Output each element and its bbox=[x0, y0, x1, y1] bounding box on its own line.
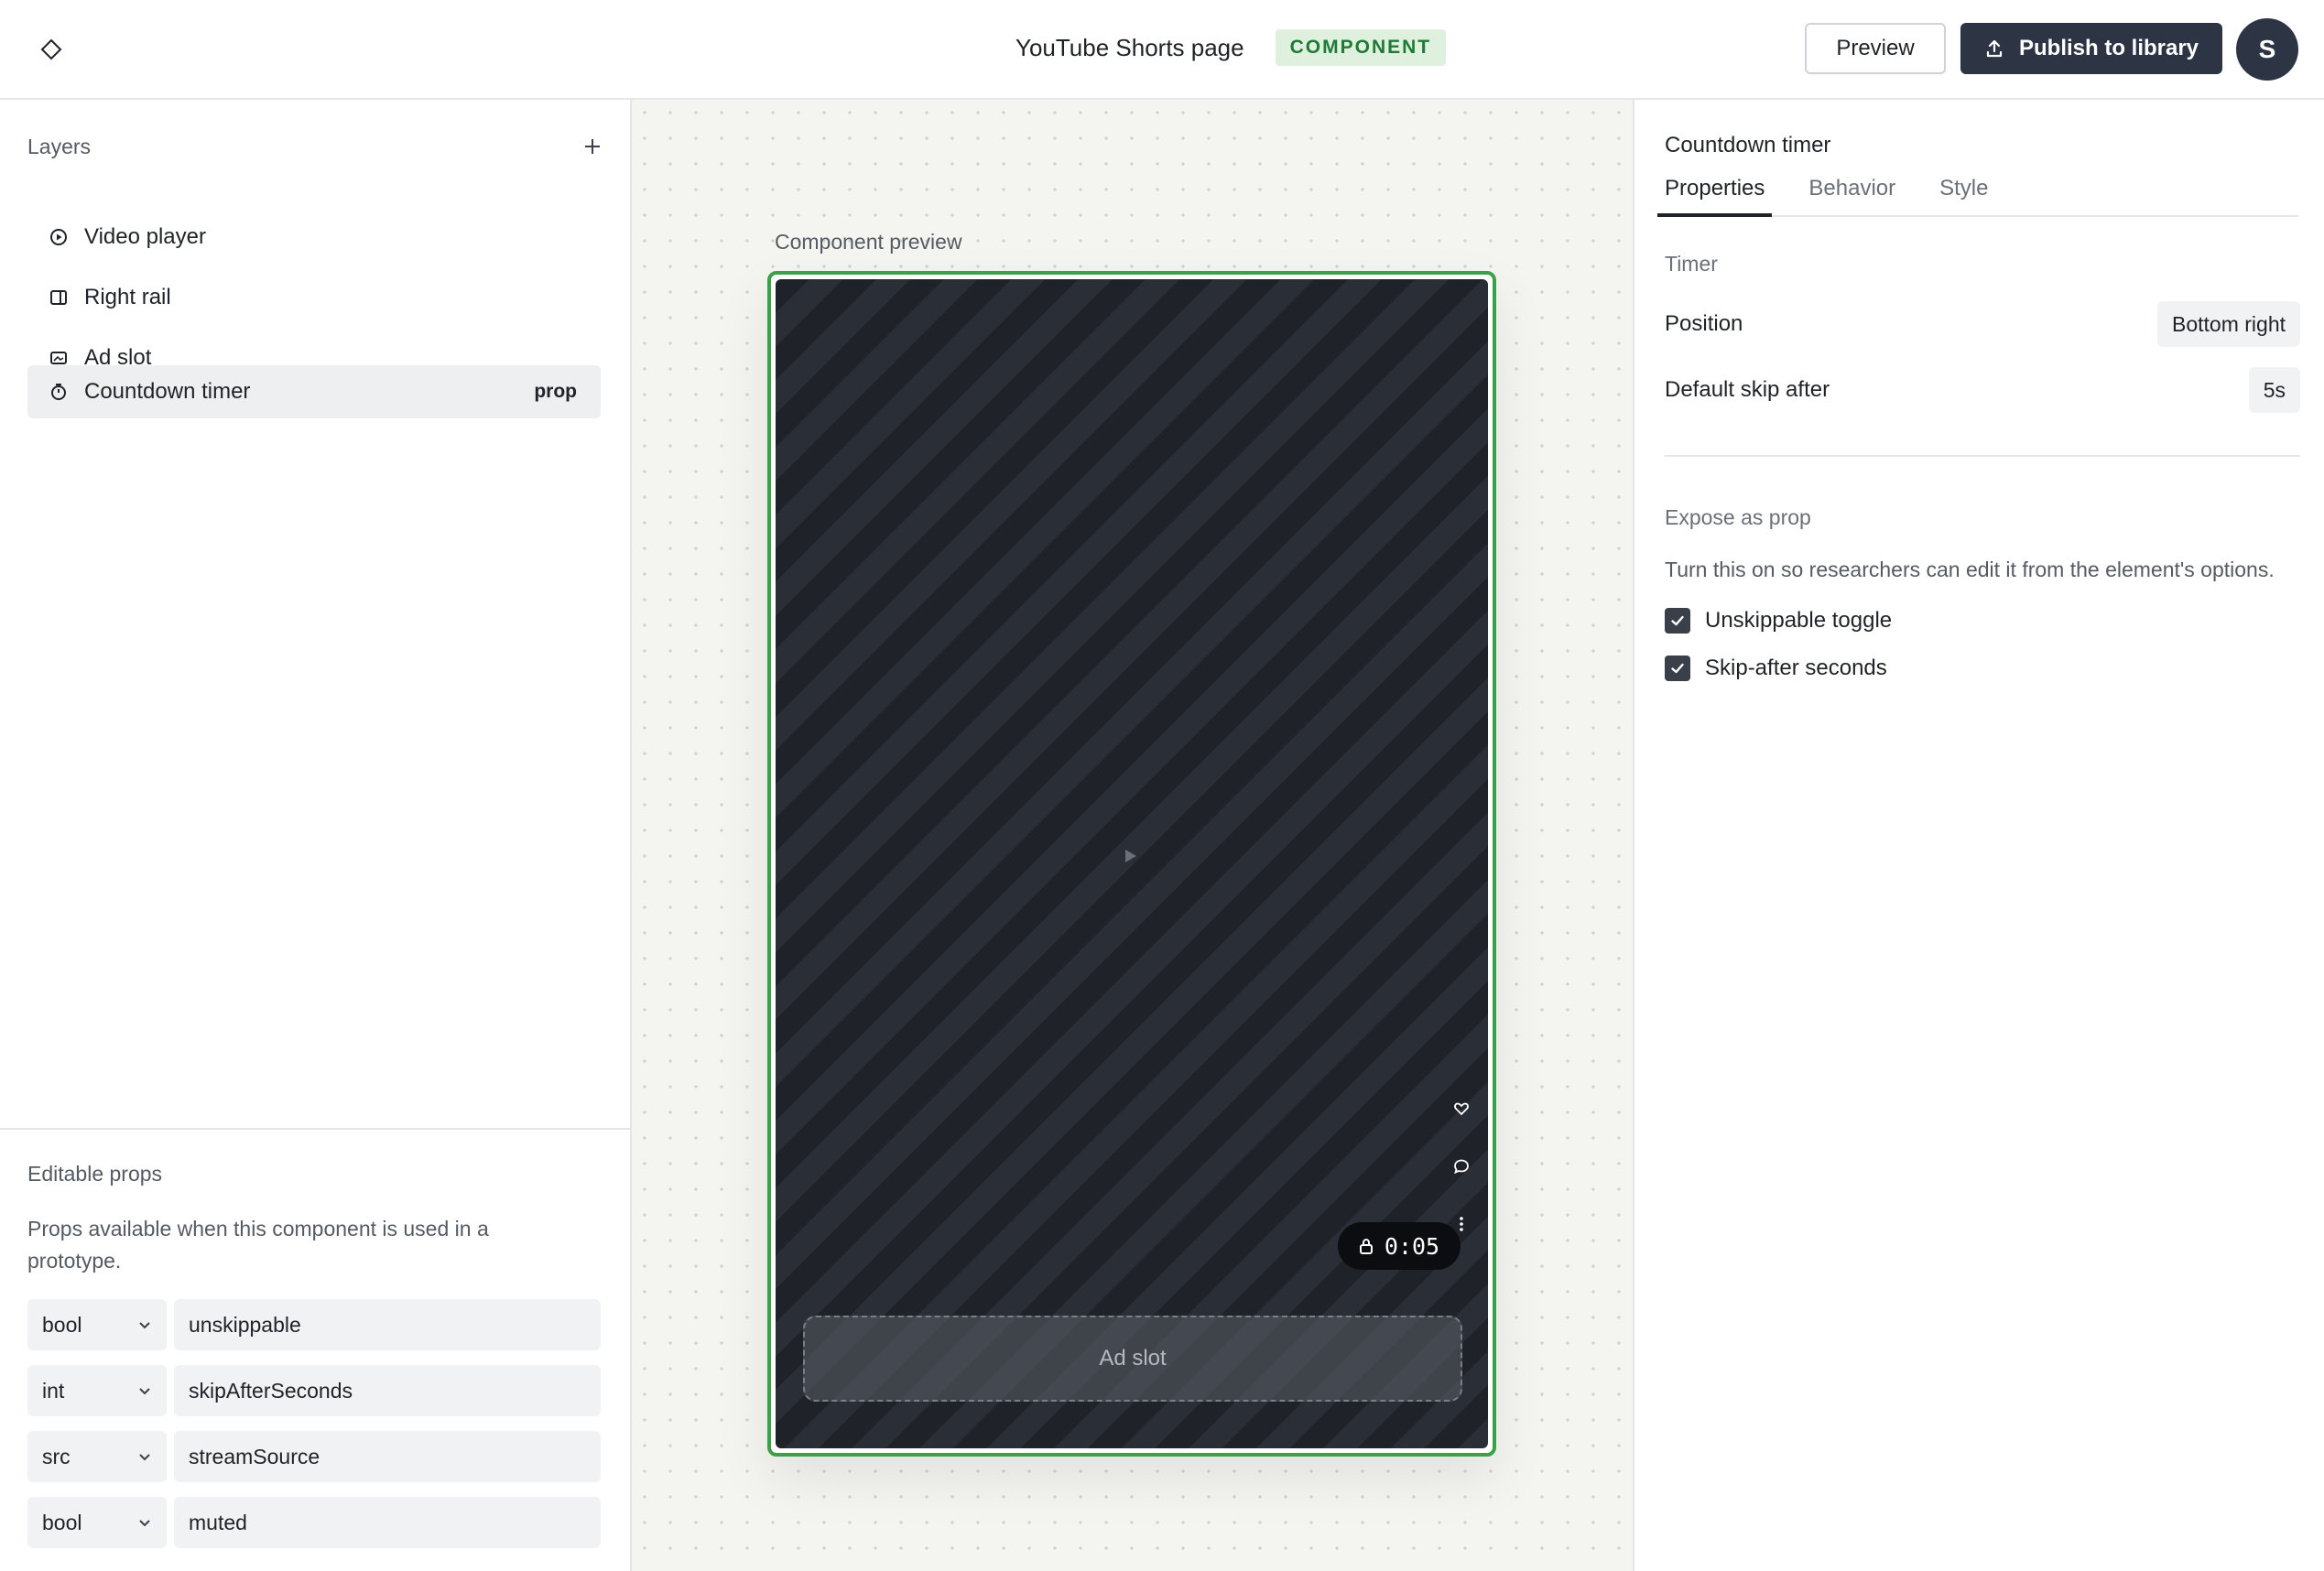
play-icon[interactable] bbox=[1125, 850, 1136, 862]
chevron-down-icon bbox=[139, 1322, 150, 1329]
play-circle-icon bbox=[49, 228, 68, 246]
prop-row: bool muted bbox=[27, 1497, 601, 1548]
ad-slot[interactable]: Ad slot bbox=[803, 1316, 1462, 1402]
unskippable-toggle-row[interactable]: Unskippable toggle bbox=[1665, 607, 1892, 634]
check-icon bbox=[1671, 663, 1684, 674]
layers-title: Layers bbox=[27, 134, 92, 158]
prop-type-value: int bbox=[42, 1378, 65, 1403]
inspector-title: Countdown timer bbox=[1665, 133, 1831, 157]
canvas[interactable]: Component preview 0:05 Ad slot bbox=[632, 100, 1633, 1571]
unskippable-checkbox[interactable] bbox=[1665, 608, 1690, 634]
layer-item-video-player[interactable]: Video player bbox=[27, 211, 601, 264]
diamond-logo-icon[interactable] bbox=[37, 35, 66, 64]
layer-label: Video player bbox=[84, 224, 206, 249]
expose-group-label: Expose as prop bbox=[1665, 505, 1811, 529]
comment-icon[interactable] bbox=[1450, 1154, 1473, 1178]
checkbox-label: Unskippable toggle bbox=[1705, 608, 1893, 633]
position-select[interactable]: Bottom right bbox=[2157, 301, 2300, 347]
add-layer-icon[interactable] bbox=[581, 135, 604, 158]
prop-type-value: bool bbox=[42, 1312, 82, 1337]
countdown-timer[interactable]: 0:05 bbox=[1338, 1222, 1461, 1270]
image-icon bbox=[49, 349, 68, 367]
prop-type-value: bool bbox=[42, 1510, 82, 1534]
tab-style[interactable]: Style bbox=[1932, 171, 1995, 217]
panel-divider bbox=[0, 1128, 632, 1130]
prop-type-value: src bbox=[42, 1444, 71, 1468]
prop-type-select[interactable]: src bbox=[27, 1431, 167, 1482]
tab-properties[interactable]: Properties bbox=[1657, 171, 1773, 217]
component-badge: COMPONENT bbox=[1275, 29, 1447, 66]
prop-type-select[interactable]: int bbox=[27, 1365, 167, 1416]
layer-item-countdown-timer[interactable]: Countdown timer prop bbox=[27, 365, 601, 418]
position-row: Position Bottom right bbox=[1665, 300, 2300, 348]
skip-after-seconds-row[interactable]: Skip-after seconds bbox=[1665, 655, 1887, 682]
component-frame[interactable]: 0:05 Ad slot bbox=[767, 271, 1496, 1457]
title-group: YouTube Shorts page COMPONENT bbox=[1015, 27, 1447, 68]
component-preview-label: Component preview bbox=[775, 230, 962, 254]
editable-props-description: Props available when this component is u… bbox=[27, 1217, 489, 1273]
expose-description: Turn this on so researchers can edit it … bbox=[1665, 558, 2275, 581]
chevron-down-icon bbox=[139, 1520, 150, 1527]
heart-icon[interactable] bbox=[1450, 1097, 1473, 1121]
timer-group-label: Timer bbox=[1665, 252, 1718, 276]
sidebar-icon bbox=[49, 288, 68, 307]
avatar[interactable]: S bbox=[2236, 18, 2298, 81]
chevron-down-icon bbox=[139, 1454, 150, 1461]
prop-type-select[interactable]: bool bbox=[27, 1299, 167, 1350]
left-panel: Layers Video player Right rail Ad slot C… bbox=[0, 100, 632, 1571]
timer-icon bbox=[49, 383, 68, 401]
prop-row: bool unskippable bbox=[27, 1299, 601, 1350]
prop-name-field[interactable]: muted bbox=[174, 1497, 601, 1548]
layer-label: Countdown timer bbox=[84, 379, 251, 404]
section-divider bbox=[1665, 455, 2300, 457]
prop-tag: prop bbox=[534, 381, 577, 402]
lock-icon bbox=[1359, 1238, 1373, 1254]
prop-row: int skipAfterSeconds bbox=[27, 1365, 601, 1416]
skip-row: Default skip after 5s bbox=[1665, 366, 2300, 414]
layers-header: Layers bbox=[27, 133, 604, 160]
preview-button[interactable]: Preview bbox=[1805, 23, 1946, 74]
checkbox-label: Skip-after seconds bbox=[1705, 655, 1887, 680]
upload-icon bbox=[1986, 39, 2003, 58]
skip-after-checkbox[interactable] bbox=[1665, 655, 1690, 681]
prop-name-field[interactable]: skipAfterSeconds bbox=[174, 1365, 601, 1416]
default-skip-label: Default skip after bbox=[1665, 377, 1830, 402]
publish-button-label: Publish to library bbox=[2018, 36, 2199, 60]
editable-props-title: Editable props bbox=[27, 1162, 163, 1186]
position-label: Position bbox=[1665, 311, 1743, 336]
inspector-panel: Countdown timer Properties Behavior Styl… bbox=[1633, 100, 2324, 1571]
prop-name-field[interactable]: streamSource bbox=[174, 1431, 601, 1482]
inspector-tabs: Properties Behavior Style bbox=[1657, 171, 2298, 217]
video-player[interactable]: 0:05 Ad slot bbox=[776, 279, 1488, 1448]
prop-name-field[interactable]: unskippable bbox=[174, 1299, 601, 1350]
prop-row: src streamSource bbox=[27, 1431, 601, 1482]
timer-text: 0:05 bbox=[1384, 1232, 1440, 1260]
chevron-down-icon bbox=[139, 1388, 150, 1395]
document-title: YouTube Shorts page bbox=[1015, 33, 1244, 61]
layer-item-right-rail[interactable]: Right rail bbox=[27, 271, 601, 324]
top-bar: YouTube Shorts page COMPONENT Preview Pu… bbox=[0, 0, 2324, 100]
prop-type-select[interactable]: bool bbox=[27, 1497, 167, 1548]
layer-label: Right rail bbox=[84, 285, 171, 309]
publish-button[interactable]: Publish to library bbox=[1960, 23, 2222, 74]
default-skip-field[interactable]: 5s bbox=[2248, 367, 2300, 413]
check-icon bbox=[1671, 615, 1684, 626]
tab-behavior[interactable]: Behavior bbox=[1801, 171, 1903, 217]
